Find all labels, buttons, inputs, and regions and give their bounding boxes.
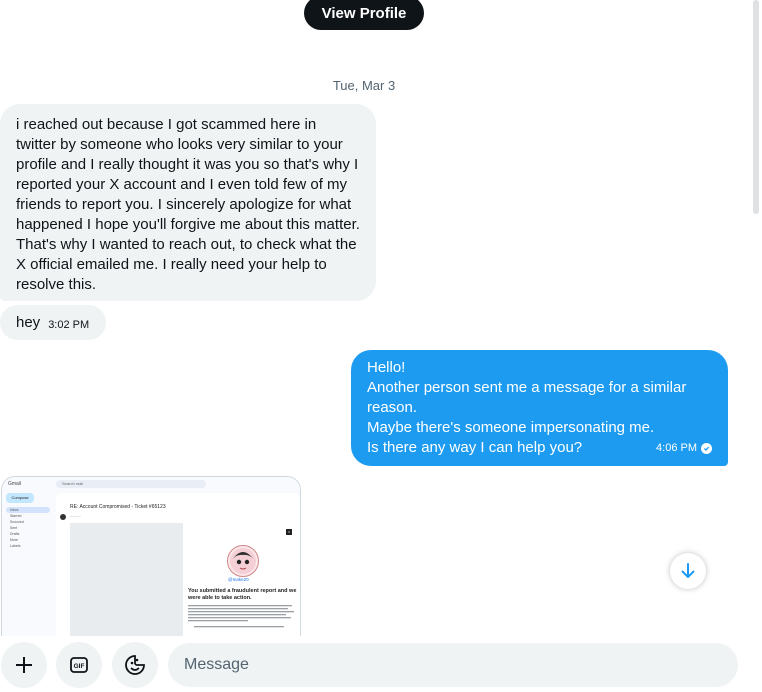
view-profile-button[interactable]: View Profile: [304, 0, 424, 30]
scroll-to-bottom-button[interactable]: [670, 553, 706, 589]
gmail-compose: Compose: [6, 493, 34, 503]
message-line: reason.: [367, 399, 418, 416]
read-check-icon: [701, 442, 712, 454]
message-time: 4:06 PM: [656, 442, 697, 454]
emoji-icon: [125, 655, 145, 675]
gif-icon: GIF: [70, 657, 88, 673]
scrollbar-thumb[interactable]: [753, 0, 759, 214]
close-icon: ×: [286, 529, 292, 535]
mascot-avatar-icon: [227, 545, 259, 577]
gmail-email: RE: Account Compromised - Ticket #65123 …: [56, 493, 300, 643]
message-line: Hello!: [367, 359, 406, 376]
message-meta: 4:06 PM: [656, 438, 712, 458]
gif-button[interactable]: GIF: [56, 642, 102, 688]
scrollbar-track[interactable]: [752, 0, 762, 692]
add-attachment-button[interactable]: [1, 642, 47, 688]
message-input[interactable]: [168, 643, 738, 687]
composer: GIF: [0, 636, 752, 692]
gmail-sidebar-item: Labels: [10, 544, 21, 548]
gmail-topbar: Gmail Search mail: [2, 477, 300, 491]
blurred-region: [70, 523, 183, 643]
emoji-button[interactable]: [112, 642, 158, 688]
gmail-notice-title: You submitted a fraudulent report and we…: [188, 588, 297, 601]
gmail-search: Search mail: [56, 480, 206, 488]
sender-avatar: [60, 514, 66, 520]
date-separator: Tue, Mar 3: [332, 78, 396, 93]
message-line: Another person sent me a message for a s…: [367, 379, 687, 396]
incoming-message[interactable]: hey 3:02 PM: [0, 305, 106, 340]
image-attachment[interactable]: Gmail Search mail Compose Inbox Starred …: [1, 476, 301, 644]
plus-icon: [16, 657, 32, 673]
gmail-sidebar: Inbox Starred Snoozed Sent Drafts More L…: [6, 507, 50, 549]
incoming-message[interactable]: i reached out because I got scammed here…: [0, 104, 376, 301]
message-text: hey: [16, 313, 41, 331]
arrow-down-icon: [681, 563, 695, 578]
svg-text:GIF: GIF: [74, 663, 85, 670]
message-line: Maybe there's someone impersonating me.: [367, 419, 655, 436]
gmail-sender: — — —: [70, 514, 81, 518]
outgoing-message[interactable]: Hello! Another person sent me a message …: [351, 350, 728, 466]
gmail-body-text: [188, 605, 298, 636]
gmail-handle: @Inake20: [228, 577, 249, 582]
gmail-subject: RE: Account Compromised - Ticket #65123: [70, 504, 166, 510]
message-time: 3:02 PM: [48, 318, 90, 331]
gmail-logo: Gmail: [8, 481, 22, 487]
